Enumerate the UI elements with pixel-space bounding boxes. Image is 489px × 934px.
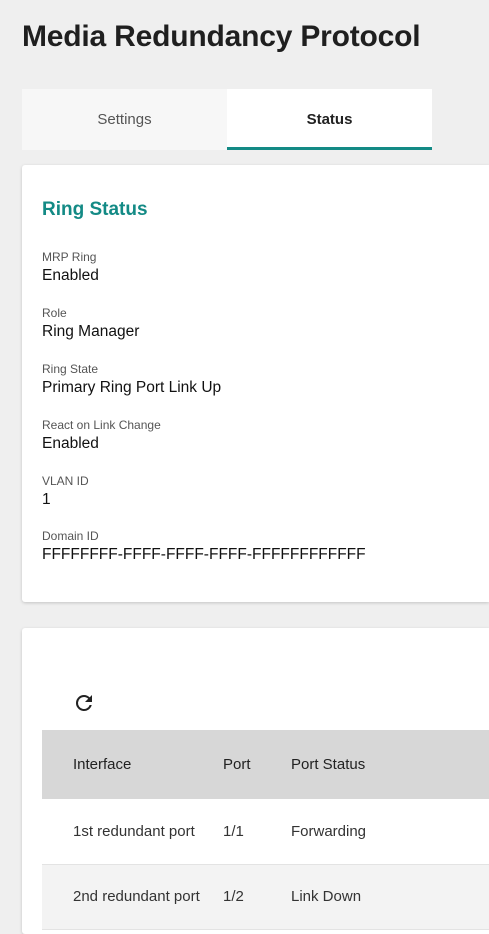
- port-status-card: Interface Port Port Status 1st redundant…: [22, 628, 489, 934]
- tab-bar: Settings Status: [22, 89, 489, 150]
- refresh-icon: [75, 695, 92, 711]
- field-label: React on Link Change: [42, 418, 161, 432]
- section-title: Ring Status: [42, 199, 148, 220]
- cell-interface: 1st redundant port: [42, 799, 223, 865]
- cell-port: 1/1: [223, 799, 291, 865]
- field-mrp-ring: MRP Ring Enabled: [42, 250, 99, 285]
- tab-status[interactable]: Status: [227, 89, 432, 150]
- ring-status-card: Ring Status MRP Ring Enabled Role Ring M…: [22, 165, 489, 602]
- cell-port-status: Forwarding: [291, 799, 489, 865]
- tab-settings[interactable]: Settings: [22, 89, 227, 150]
- table-row[interactable]: 2nd redundant port 1/2 Link Down: [42, 864, 489, 930]
- field-label: MRP Ring: [42, 250, 97, 264]
- field-react-on-link-change: React on Link Change Enabled: [42, 418, 161, 453]
- field-value: Enabled: [42, 435, 99, 452]
- cell-port: 1/2: [223, 864, 291, 930]
- field-value: FFFFFFFF-FFFF-FFFF-FFFF-FFFFFFFFFFFF: [42, 546, 366, 563]
- field-label: VLAN ID: [42, 474, 89, 488]
- column-header-interface[interactable]: Interface: [42, 730, 223, 799]
- field-label: Role: [42, 306, 67, 320]
- refresh-button[interactable]: [72, 691, 96, 715]
- table-header-row: Interface Port Port Status: [42, 730, 489, 799]
- cell-interface: 2nd redundant port: [42, 864, 223, 930]
- page-title: Media Redundancy Protocol: [22, 20, 421, 53]
- column-header-port-status[interactable]: Port Status: [291, 730, 489, 799]
- field-value: Primary Ring Port Link Up: [42, 379, 222, 396]
- column-header-port[interactable]: Port: [223, 730, 291, 799]
- port-table: Interface Port Port Status 1st redundant…: [42, 730, 489, 930]
- cell-port-status: Link Down: [291, 864, 489, 930]
- field-value: 1: [42, 491, 51, 508]
- field-value: Ring Manager: [42, 323, 140, 340]
- field-label: Ring State: [42, 362, 99, 376]
- field-role: Role Ring Manager: [42, 306, 139, 341]
- field-domain-id: Domain ID FFFFFFFF-FFFF-FFFF-FFFF-FFFFFF…: [42, 529, 366, 564]
- field-ring-state: Ring State Primary Ring Port Link Up: [42, 362, 221, 397]
- field-value: Enabled: [42, 267, 99, 284]
- field-label: Domain ID: [42, 529, 99, 543]
- table-row[interactable]: 1st redundant port 1/1 Forwarding: [42, 799, 489, 865]
- field-vlan-id: VLAN ID 1: [42, 474, 89, 509]
